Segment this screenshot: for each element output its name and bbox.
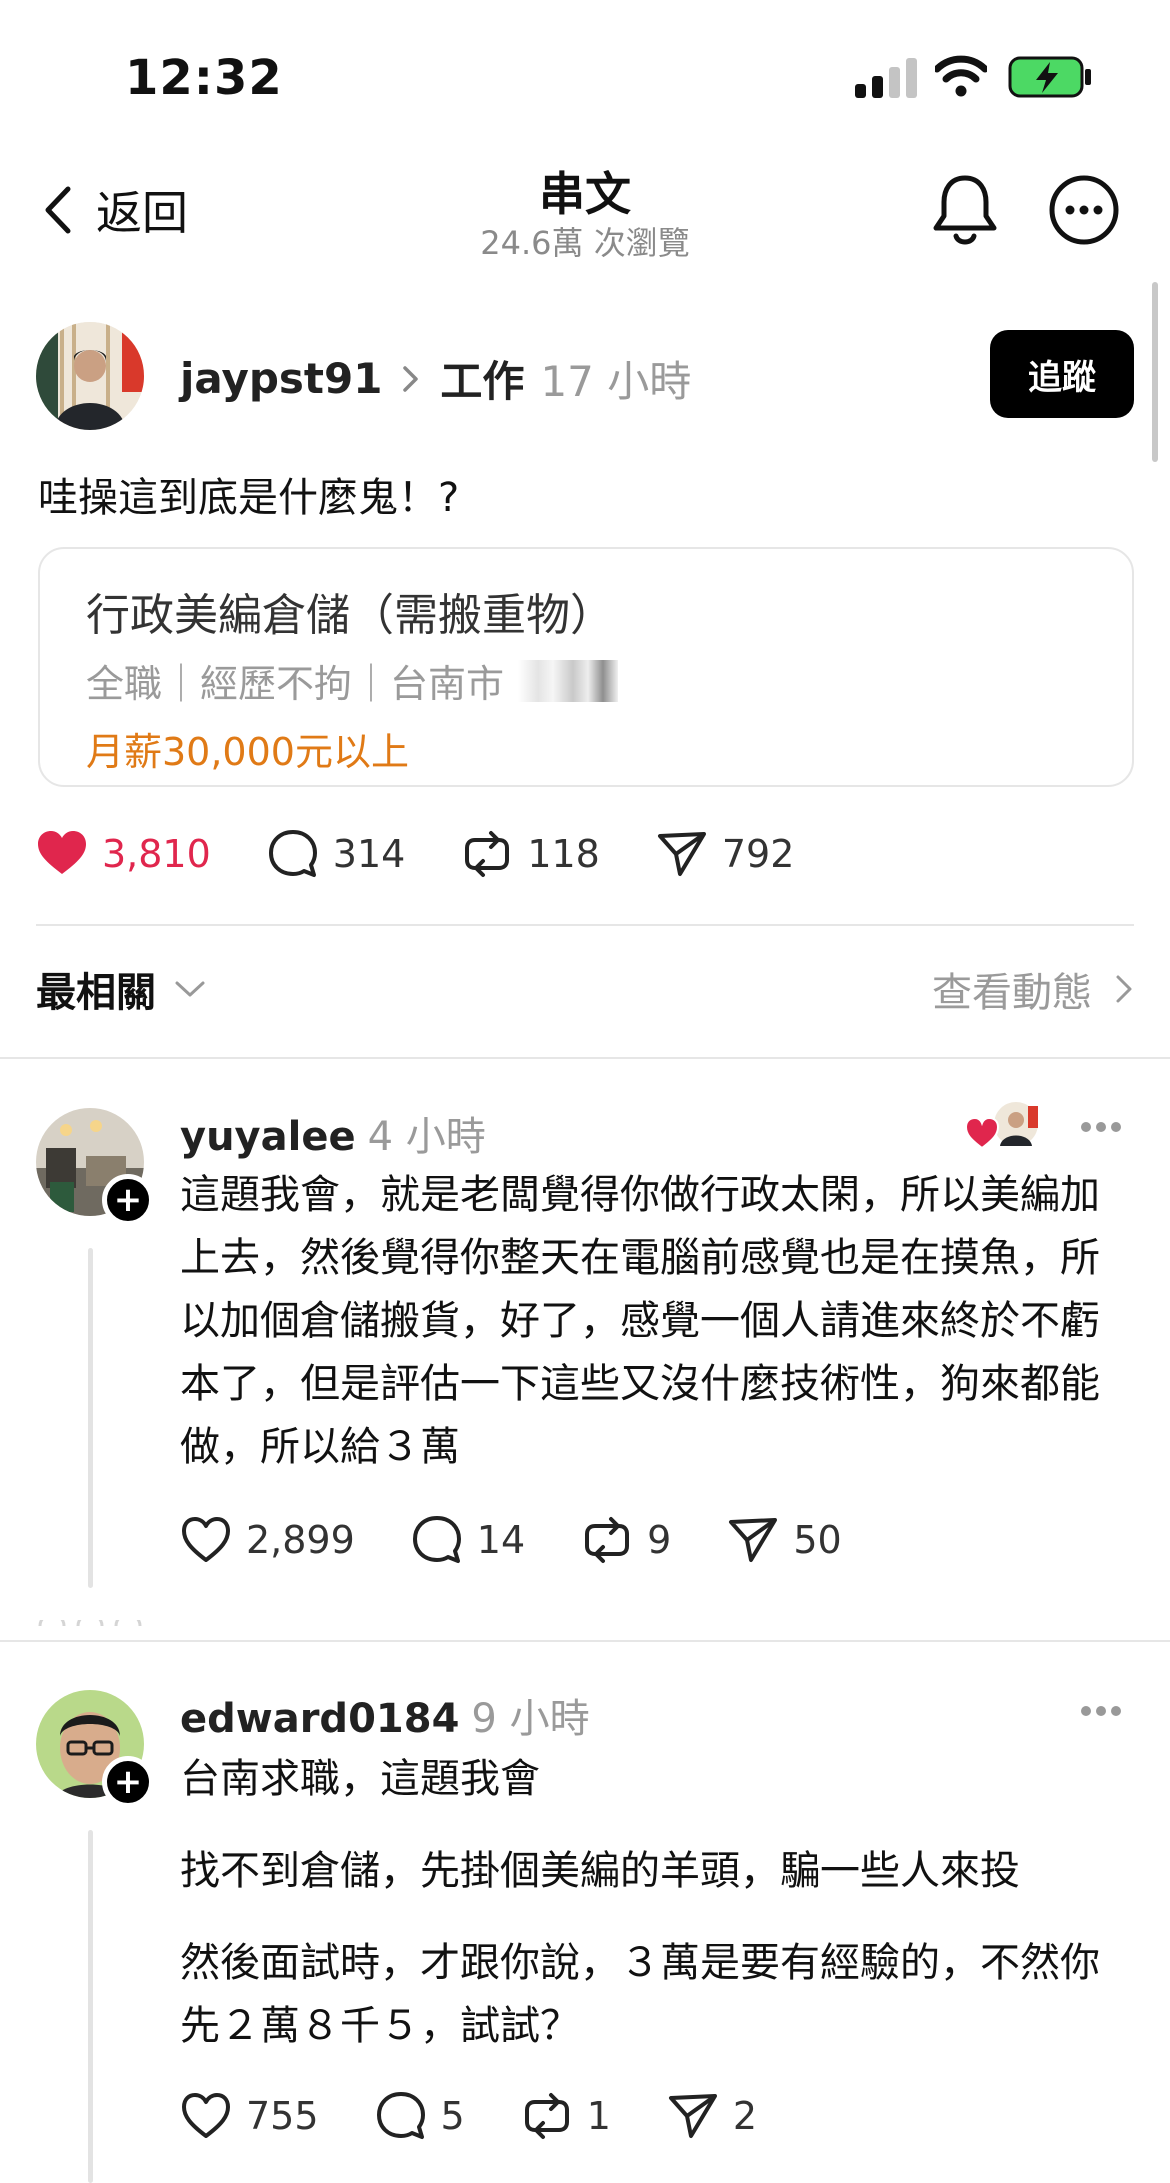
repost-button[interactable]: 9 — [581, 1514, 671, 1566]
divider — [0, 1640, 1170, 1642]
post-author-line: jaypst91 工作 17 小時 — [180, 348, 691, 409]
comment-time: 9 小時 — [471, 1696, 590, 1742]
reply-count: 14 — [476, 1518, 526, 1562]
like-count: 3,810 — [102, 832, 211, 876]
comment-paragraph: 找不到倉儲，先掛個美編的羊頭，騙一些人來投 — [180, 1848, 1020, 1894]
share-count: 792 — [721, 832, 795, 876]
send-icon — [657, 832, 706, 876]
reply-avatars-stub — [38, 1620, 142, 1626]
post-topic[interactable]: 工作 — [440, 348, 524, 409]
follow-plus-icon[interactable]: + — [102, 1174, 154, 1226]
comment-bubble-icon — [412, 1516, 461, 1563]
share-count: 2 — [732, 2094, 758, 2138]
repost-count: 9 — [647, 1518, 672, 1562]
comment-paragraph: 台南求職，這題我會 — [180, 1756, 540, 1802]
comment-time: 4 小時 — [367, 1114, 486, 1160]
more-icon[interactable] — [1080, 1120, 1122, 1134]
comment-actions: 2,899 14 9 50 — [180, 1514, 898, 1566]
job-card[interactable]: 行政美編倉儲（需搬重物） 全職｜經歷不拘｜台南市 月薪30,000元以上 — [38, 547, 1134, 787]
job-meta: 全職｜經歷不拘｜台南市 — [86, 653, 619, 708]
post-username[interactable]: jaypst91 — [180, 354, 382, 403]
share-button[interactable]: 2 — [667, 2090, 757, 2142]
share-button[interactable]: 792 — [656, 828, 795, 880]
follow-plus-icon[interactable]: + — [102, 1756, 154, 1808]
follow-button[interactable]: 追蹤 — [990, 330, 1134, 418]
repost-icon — [524, 2093, 569, 2139]
repost-button[interactable]: 1 — [521, 2090, 611, 2142]
post-time: 17 小時 — [540, 357, 692, 406]
repost-button[interactable]: 118 — [461, 828, 600, 880]
repost-icon — [585, 1517, 630, 1563]
job-title: 行政美編倉儲（需搬重物） — [86, 590, 614, 641]
more-icon[interactable] — [1080, 1704, 1122, 1718]
send-icon — [668, 2094, 717, 2138]
job-meta-text: 全職｜經歷不拘｜台南市 — [86, 662, 505, 706]
more-options-icon[interactable] — [1048, 174, 1120, 246]
status-time: 12:32 — [125, 50, 283, 106]
chevron-right-icon — [1116, 975, 1132, 1003]
liked-by-author-icon[interactable] — [966, 1100, 1040, 1152]
sort-dropdown[interactable]: 最相關 — [36, 960, 206, 1018]
share-count: 50 — [793, 1518, 842, 1562]
job-salary: 月薪30,000元以上 — [86, 730, 409, 774]
divider — [0, 1057, 1170, 1059]
sort-label: 最相關 — [36, 970, 156, 1016]
view-activity-label: 查看動態 — [932, 970, 1092, 1016]
nav-bar: 返回 串文 24.6萬 次瀏覽 — [0, 150, 1170, 270]
chevron-down-icon — [175, 981, 205, 997]
comment-author-line: edward0184 9 小時 — [180, 1686, 590, 1744]
author-avatar[interactable] — [36, 322, 144, 430]
comment-username[interactable]: yuyalee — [180, 1114, 356, 1160]
bell-icon[interactable] — [930, 172, 1000, 248]
like-button[interactable]: 3,810 — [36, 828, 211, 880]
repost-count: 1 — [586, 2094, 611, 2138]
heart-icon — [182, 1517, 230, 1562]
battery-charging-icon — [1008, 56, 1091, 98]
comment-username[interactable]: edward0184 — [180, 1696, 459, 1742]
comment-bubble-icon — [268, 830, 317, 877]
repost-count: 118 — [527, 832, 600, 876]
post-text: 哇操這到底是什麼鬼！? — [38, 475, 460, 521]
comment-count: 314 — [332, 832, 406, 876]
comment-button[interactable]: 5 — [375, 2090, 465, 2142]
thread-line — [88, 1830, 93, 2183]
wifi-icon — [935, 55, 987, 97]
status-bar: 12:32 — [0, 0, 1170, 140]
divider — [36, 924, 1134, 926]
heart-icon — [182, 2093, 230, 2138]
reply-count: 5 — [440, 2094, 465, 2138]
post-actions: 3,810 314 118 792 — [36, 828, 850, 880]
thread-line — [88, 1248, 93, 1588]
blurred-location — [518, 659, 619, 702]
comment-paragraph: 然後面試時，才跟你說，３萬是要有經驗的，不然你先２萬８千５，試試？ — [180, 1940, 1100, 2049]
comment-button[interactable]: 14 — [411, 1514, 525, 1566]
chevron-right-icon — [403, 365, 419, 392]
like-button[interactable]: 755 — [180, 2090, 319, 2142]
share-button[interactable]: 50 — [727, 1514, 842, 1566]
send-icon — [729, 1518, 778, 1562]
cellular-signal-icon — [855, 58, 917, 98]
like-count: 2,899 — [246, 1518, 355, 1562]
person-photo — [36, 322, 144, 430]
comment-bubble-icon — [376, 2092, 425, 2139]
comment-text: 這題我會，就是老闆覺得你做行政太閑，所以美編加上去，然後覺得你整天在電腦前感覺也… — [180, 1172, 1100, 1470]
scrollbar[interactable] — [1152, 282, 1158, 462]
comment-author-line: yuyalee 4 小時 — [180, 1104, 486, 1162]
heart-filled-icon — [38, 831, 86, 874]
comment-button[interactable]: 314 — [267, 828, 406, 880]
repost-icon — [465, 831, 510, 877]
like-count: 755 — [246, 2094, 319, 2138]
like-button[interactable]: 2,899 — [180, 1514, 355, 1566]
view-activity-link[interactable]: 查看動態 — [932, 960, 1134, 1018]
sort-row: 最相關 查看動態 — [36, 960, 1134, 1024]
comment-actions: 755 5 1 2 — [180, 2090, 813, 2142]
